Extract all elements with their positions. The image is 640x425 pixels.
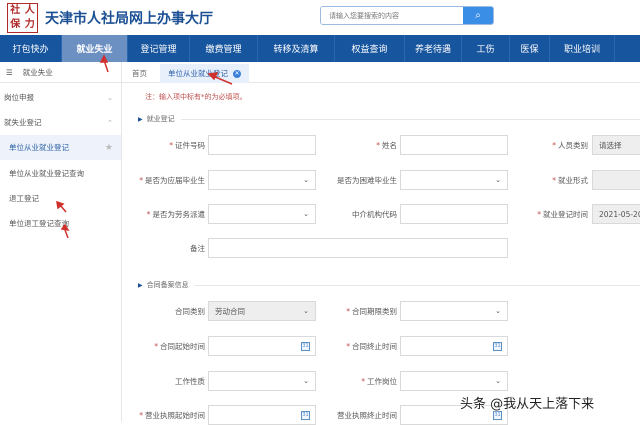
arrow-icon bbox=[207, 72, 219, 81]
arrow-icon bbox=[64, 229, 69, 239]
arrow-icon bbox=[99, 54, 109, 63]
arrow-icon bbox=[60, 223, 70, 232]
arrow-icon bbox=[212, 75, 233, 85]
annotation-arrows bbox=[56, 54, 233, 239]
watermark: 头条 @我从天上落下来 bbox=[460, 397, 595, 412]
